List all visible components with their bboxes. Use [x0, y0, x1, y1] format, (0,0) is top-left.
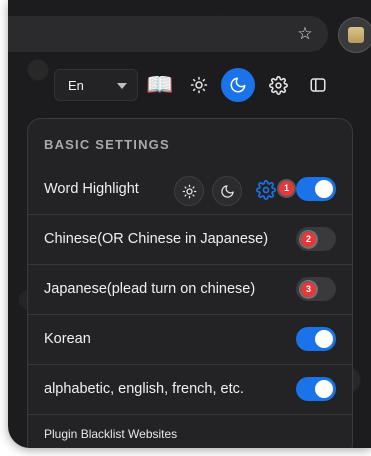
highlight-settings-icon[interactable]	[256, 180, 276, 200]
sun-icon	[190, 76, 208, 94]
korean-toggle[interactable]	[296, 327, 336, 351]
toggle-knob	[315, 330, 333, 348]
gear-icon	[268, 75, 288, 95]
language-value: En	[68, 78, 84, 93]
step-badge: 2	[301, 232, 316, 247]
moon-icon	[220, 184, 234, 198]
extension-face-icon	[348, 27, 364, 43]
book-button[interactable]: 📖	[143, 68, 177, 102]
language-select[interactable]: En	[54, 69, 138, 101]
book-icon: 📖	[146, 72, 174, 97]
sidebar-icon	[310, 78, 326, 92]
step-badge: 1	[279, 181, 294, 196]
setting-row-chinese: Chinese(OR Chinese in Japanese) 2	[28, 215, 352, 265]
basic-settings-panel: BASIC SETTINGS Word Highlight 1 Chinese(…	[27, 118, 353, 448]
setting-row-alphabetic: alphabetic, english, french, etc.	[28, 365, 352, 415]
panel-title: BASIC SETTINGS	[44, 137, 170, 152]
setting-label: Korean	[44, 331, 91, 347]
dark-mode-button[interactable]	[221, 68, 255, 102]
setting-row-korean: Korean	[28, 315, 352, 365]
bookmark-star-icon[interactable]: ☆	[296, 25, 314, 43]
extension-popup-window: ☆ En 📖 BASIC SETTINGS Word Highlight 1 C…	[8, 0, 371, 448]
highlight-light-button[interactable]	[174, 176, 204, 206]
address-bar[interactable]	[8, 16, 328, 52]
alphabetic-toggle[interactable]	[296, 377, 336, 401]
setting-label: Word Highlight	[44, 181, 139, 197]
toggle-knob	[315, 180, 333, 198]
sun-icon	[182, 184, 196, 198]
plugin-blacklist-link[interactable]: Plugin Blacklist Websites	[44, 427, 177, 441]
setting-row-japanese: Japanese(plead turn on chinese) 3	[28, 265, 352, 315]
light-mode-button[interactable]	[182, 68, 216, 102]
setting-row-word-highlight: Word Highlight 1	[28, 165, 352, 215]
toggle-knob	[315, 380, 333, 398]
setting-label: Chinese(OR Chinese in Japanese)	[44, 231, 269, 247]
moon-icon	[230, 77, 246, 93]
sidebar-button[interactable]	[301, 68, 335, 102]
step-badge: 3	[301, 282, 316, 297]
word-highlight-toggle[interactable]	[296, 177, 336, 201]
setting-label: Japanese(plead turn on chinese)	[44, 281, 256, 297]
setting-label: alphabetic, english, french, etc.	[44, 381, 244, 397]
highlight-dark-button[interactable]	[212, 176, 242, 206]
chevron-down-icon	[117, 83, 127, 89]
settings-button[interactable]	[261, 68, 295, 102]
extension-avatar-icon[interactable]	[338, 17, 371, 53]
